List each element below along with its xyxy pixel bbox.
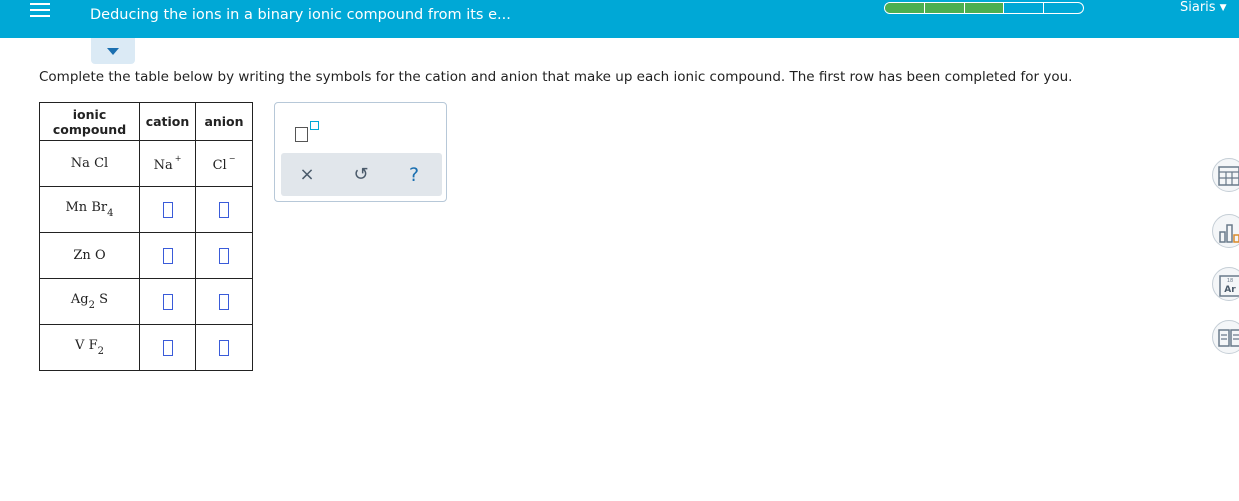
header-label-line1: ionic xyxy=(72,106,107,122)
anion-answer: Cl − xyxy=(195,140,253,187)
calculator-button[interactable] xyxy=(1212,158,1239,192)
instructions-text: Complete the table below by writing the … xyxy=(39,69,1073,85)
textbook-button[interactable] xyxy=(1212,320,1239,354)
data-chart-button[interactable] xyxy=(1212,214,1239,248)
help-icon[interactable]: ? xyxy=(402,163,426,187)
page-title: Deducing the ions in a binary ionic comp… xyxy=(90,7,511,23)
anion-cell xyxy=(195,186,253,233)
anion-input[interactable] xyxy=(219,339,229,356)
cation-cell xyxy=(139,324,196,371)
progress-segment xyxy=(1004,3,1045,13)
progress-segment xyxy=(885,3,925,13)
table-row: Mn Br4 xyxy=(39,186,253,233)
cation-input[interactable] xyxy=(162,293,173,310)
anion-input[interactable] xyxy=(219,293,229,310)
cation-input[interactable] xyxy=(162,201,173,218)
cation-cell xyxy=(139,186,196,233)
close-icon[interactable]: × xyxy=(295,163,319,187)
cation-answer: Na + xyxy=(139,140,196,187)
table-header-row: ionic compound cation anion xyxy=(39,102,253,141)
chart-icon xyxy=(1219,224,1239,243)
periodic-table-button[interactable]: 18 Ar xyxy=(1212,267,1239,301)
collapse-tab-button[interactable] xyxy=(91,38,135,64)
periodic-table-icon: 18 Ar xyxy=(1219,275,1239,297)
anion-input[interactable] xyxy=(219,247,229,264)
cation-input[interactable] xyxy=(162,339,173,356)
cation-input[interactable] xyxy=(162,247,173,264)
compound-formula: V F2 xyxy=(39,324,140,371)
answer-toolbar: × ↺ ? xyxy=(281,153,442,196)
header-cation: cation xyxy=(139,102,196,141)
progress-segment xyxy=(1044,3,1083,13)
cation-cell xyxy=(139,232,196,279)
cation-cell xyxy=(139,278,196,325)
progress-bar xyxy=(884,2,1084,14)
compound-formula: Zn O xyxy=(39,232,140,279)
header-ionic-compound: ionic compound xyxy=(39,102,140,141)
progress-segment xyxy=(924,3,965,13)
ions-table: ionic compound cation anion Na Cl Na + Cl… xyxy=(39,102,253,371)
user-menu[interactable]: Siaris ▼ xyxy=(1180,0,1226,15)
table-row: Na Cl Na + Cl − xyxy=(39,140,253,187)
user-name: Siaris xyxy=(1180,0,1216,15)
caret-down-icon: ▼ xyxy=(1219,3,1227,13)
compound-formula: Mn Br4 xyxy=(39,186,140,233)
anion-input[interactable] xyxy=(219,201,229,218)
anion-cell xyxy=(195,232,253,279)
menu-icon[interactable] xyxy=(30,3,50,17)
table-row: Zn O xyxy=(39,232,253,279)
compound-formula: Na Cl xyxy=(39,140,140,187)
textbook-icon xyxy=(1218,329,1239,347)
anion-cell xyxy=(195,324,253,371)
table-row: Ag2 S xyxy=(39,278,253,325)
top-header-bar: Deducing the ions in a binary ionic comp… xyxy=(0,0,1239,38)
progress-segment xyxy=(964,3,1005,13)
compound-formula: Ag2 S xyxy=(39,278,140,325)
svg-text:Ar: Ar xyxy=(1224,285,1236,295)
calculator-icon xyxy=(1218,166,1239,186)
superscript-icon[interactable] xyxy=(295,119,323,143)
undo-icon[interactable]: ↺ xyxy=(349,163,373,187)
svg-text:18: 18 xyxy=(1227,278,1233,284)
table-row: V F2 xyxy=(39,324,253,371)
header-label-line2: compound xyxy=(52,121,127,137)
answer-tools-panel: × ↺ ? xyxy=(274,102,447,202)
anion-cell xyxy=(195,278,253,325)
chevron-down-icon xyxy=(107,48,119,55)
header-anion: anion xyxy=(195,102,253,141)
